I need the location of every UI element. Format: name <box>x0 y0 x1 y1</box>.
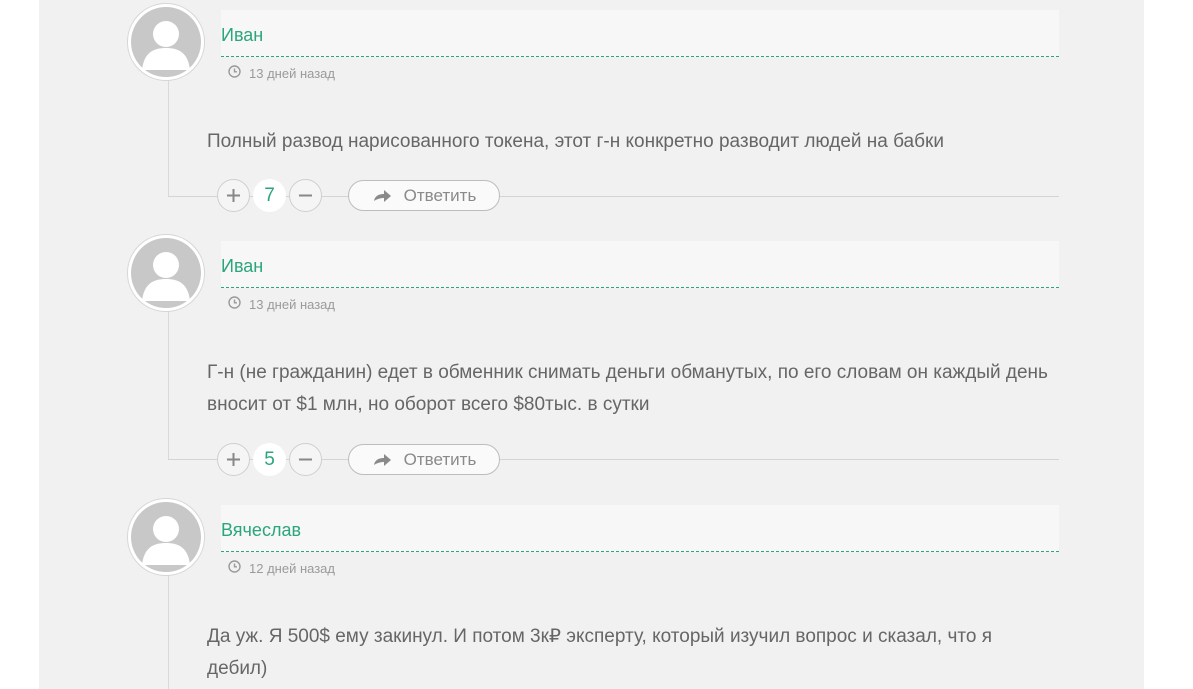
comment-text: Полный развод нарисованного токена, этот… <box>207 131 944 152</box>
thread-line <box>168 80 169 197</box>
clock-icon <box>228 65 241 81</box>
reply-arrow-icon <box>372 189 392 203</box>
date-text: 12 дней назад <box>249 560 335 576</box>
plus-icon <box>227 453 240 466</box>
default-avatar-icon <box>127 498 205 576</box>
author-name[interactable]: Иван <box>221 25 263 46</box>
comment-date: 13 дней назад <box>228 65 335 81</box>
vote-count: 7 <box>253 179 286 212</box>
reply-label: Ответить <box>403 449 477 469</box>
date-text: 13 дней назад <box>249 296 335 312</box>
vote-count: 5 <box>253 443 286 476</box>
downvote-button[interactable] <box>289 179 322 212</box>
date-text: 13 дней назад <box>249 65 335 81</box>
thread-line <box>168 311 169 460</box>
comment-date: 12 дней назад <box>228 560 335 576</box>
clock-icon <box>228 560 241 576</box>
comment-text: Г-н (не гражданин) едет в обменник снима… <box>207 362 1048 415</box>
reply-label: Ответить <box>403 185 477 205</box>
reply-button[interactable]: Ответить <box>348 444 500 475</box>
plus-icon <box>227 189 240 202</box>
comment-text: Да уж. Я 500$ ему закинул. И потом 3к₽ э… <box>207 626 993 679</box>
downvote-button[interactable] <box>289 443 322 476</box>
thread-line <box>168 575 169 689</box>
clock-icon <box>228 296 241 312</box>
comment-header: Иван <box>221 241 1059 288</box>
upvote-button[interactable] <box>217 179 250 212</box>
comments-panel <box>39 0 1144 689</box>
author-name[interactable]: Вячеслав <box>221 520 301 541</box>
comment-header: Иван <box>221 10 1059 57</box>
author-name[interactable]: Иван <box>221 256 263 277</box>
minus-icon <box>299 194 312 197</box>
comment-date: 13 дней назад <box>228 296 335 312</box>
default-avatar-icon <box>127 234 205 312</box>
default-avatar-icon <box>127 3 205 81</box>
comment-header: Вячеслав <box>221 505 1059 552</box>
reply-button[interactable]: Ответить <box>348 180 500 211</box>
reply-arrow-icon <box>372 453 392 467</box>
upvote-button[interactable] <box>217 443 250 476</box>
minus-icon <box>299 458 312 461</box>
